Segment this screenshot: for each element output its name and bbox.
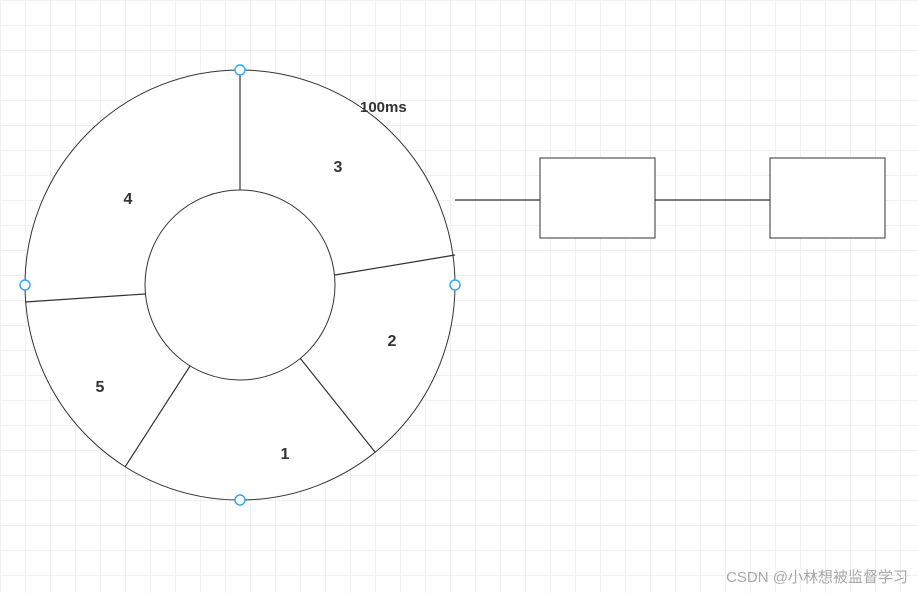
diagram-svg: 1 2 3 4 5 100ms (0, 0, 918, 593)
annotation-100ms: 100ms (360, 99, 407, 116)
selection-handle-right[interactable] (450, 280, 460, 290)
box-2[interactable] (770, 158, 885, 238)
selection-handle-bottom[interactable] (235, 495, 245, 505)
segment-label-1: 1 (281, 446, 290, 463)
wheel-inner-circle[interactable] (145, 190, 335, 380)
segment-label-2: 2 (388, 333, 397, 350)
segment-label-5: 5 (96, 379, 105, 396)
segment-label-3: 3 (334, 159, 343, 176)
box-1[interactable] (540, 158, 655, 238)
selection-handle-left[interactable] (20, 280, 30, 290)
selection-handle-top[interactable] (235, 65, 245, 75)
diagram-canvas: 1 2 3 4 5 100ms CSDN @小林想被监督学习 (0, 0, 918, 593)
segment-label-4: 4 (124, 191, 133, 208)
